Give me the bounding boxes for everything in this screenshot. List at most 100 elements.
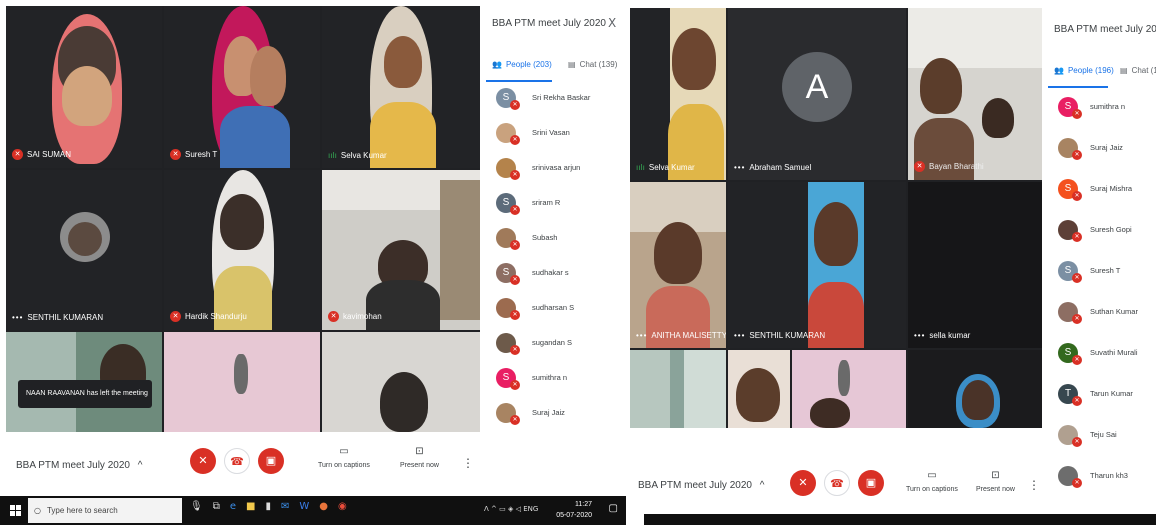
participant-list-item[interactable]: ✕ Suresh Gopi <box>1042 209 1156 250</box>
taskbar-search-input[interactable]: ○ Type here to search <box>28 498 182 523</box>
battery-icon: ▭ <box>499 505 506 513</box>
mic-off-icon: ✕ <box>170 149 181 160</box>
participant-list-item[interactable]: ✕ Suraj Jaiz <box>1042 127 1156 168</box>
more-icon: ••• <box>12 313 24 322</box>
task-view-icon[interactable]: ⧉ <box>213 501 220 512</box>
participant-list-item[interactable]: S ✕ Suvathi Murali <box>1042 332 1156 373</box>
leave-call-button[interactable]: ☎ <box>824 470 850 496</box>
participant-tile[interactable]: ✕ Suresh T <box>164 6 320 168</box>
participant-list-item[interactable]: ✕ srinivasa arjun <box>480 150 626 185</box>
edge-icon[interactable]: e <box>230 501 236 512</box>
tab-people[interactable]: 👥 People (196) <box>1054 66 1114 75</box>
microphone-icon[interactable]: 🎙 <box>190 501 203 512</box>
more-options-icon[interactable]: ⋮ <box>1028 478 1040 492</box>
participant-list-item[interactable]: S ✕ Sri Rekha Baskar <box>480 80 626 115</box>
meeting-details-button[interactable]: BBA PTM meet July 2020 ^ <box>638 480 764 491</box>
participant-list-item[interactable]: ✕ Suraj Jaiz <box>480 395 626 430</box>
right-meet-screenshot: ıılı Selva Kumar A ••• Abraham Samuel ✕ Bay… <box>630 0 1156 525</box>
participant-tile[interactable] <box>728 350 790 428</box>
speaking-icon: ıılı <box>636 163 645 172</box>
more-options-icon[interactable]: ⋮ <box>462 456 474 470</box>
participant-tile[interactable]: ••• SENTHIL KUMARAN <box>6 170 162 330</box>
participant-list-item[interactable]: S ✕ sriram R <box>480 185 626 220</box>
participant-list-item[interactable]: ✕ sugandan S <box>480 325 626 360</box>
file-explorer-icon[interactable]: ■ <box>246 501 255 512</box>
participant-tile[interactable] <box>908 350 1042 428</box>
participant-tile[interactable]: A ••• Abraham Samuel <box>728 8 906 180</box>
participant-tile[interactable]: ••• SENTHIL KUMARAN <box>728 182 906 348</box>
mic-toggle-button[interactable]: ✕ <box>190 448 216 474</box>
participant-list-item[interactable]: S ✕ Suraj Mishra <box>1042 168 1156 209</box>
call-controls-bar: BBA PTM meet July 2020 ^ ✕ ☎ ▣ ▭ Turn on… <box>630 428 1042 514</box>
camera-toggle-button[interactable]: ▣ <box>258 448 284 474</box>
present-button[interactable]: ⊡ Present now <box>976 470 1015 493</box>
participant-tile[interactable] <box>164 332 320 432</box>
leave-call-button[interactable]: ☎ <box>224 448 250 474</box>
taskbar-clock[interactable]: 11:27 05-07-2020 <box>556 499 592 521</box>
mic-toggle-button[interactable]: ✕ <box>790 470 816 496</box>
participant-name: ANITHA MALISETTY <box>651 331 726 340</box>
chevron-up-icon: ^ <box>137 460 143 471</box>
participant-name: Suvathi Murali <box>1090 347 1138 357</box>
participant-name: Teju Sai <box>1090 429 1117 439</box>
participant-list-item[interactable]: ✕ Subash <box>480 220 626 255</box>
participant-tile[interactable]: ✕ kavimohan <box>322 170 480 330</box>
participant-list-item[interactable]: S ✕ Suresh T <box>1042 250 1156 291</box>
captions-icon: ▭ <box>339 446 349 457</box>
participant-tile[interactable] <box>792 350 906 428</box>
captions-button[interactable]: ▭ Turn on captions <box>318 446 370 469</box>
mic-off-icon: ✕ <box>510 134 520 145</box>
participant-list-item[interactable]: ✕ sudharsan S <box>480 290 626 325</box>
chrome-icon[interactable]: ◉ <box>338 501 347 512</box>
participant-tile[interactable] <box>630 350 726 428</box>
system-tray-icons[interactable]: ᐱ ^ ▭ ◈ ◁ ENG <box>484 505 538 513</box>
search-icon: ○ <box>34 506 41 515</box>
participant-list-item[interactable]: ✕ Teju Sai <box>1042 414 1156 455</box>
camera-toggle-button[interactable]: ▣ <box>858 470 884 496</box>
tab-people[interactable]: 👥 People (203) <box>492 60 552 69</box>
call-controls-bar: BBA PTM meet July 2020 ^ ✕ ☎ ▣ ▭ Turn on… <box>0 432 480 496</box>
participant-list-item[interactable]: ✕ Srini Vasan <box>480 115 626 150</box>
participant-list-item[interactable]: ✕ Tharun kh3 <box>1042 455 1156 496</box>
meeting-details-button[interactable]: BBA PTM meet July 2020 ^ <box>16 460 142 471</box>
word-icon[interactable]: W <box>299 501 309 512</box>
mic-off-icon: ✕ <box>510 169 520 180</box>
participant-name: Srini Vasan <box>532 127 570 137</box>
participant-tile[interactable] <box>322 332 480 432</box>
chevron-up-icon: ^ <box>759 480 765 491</box>
people-icon: 👥 <box>492 60 502 69</box>
captions-button[interactable]: ▭ Turn on captions <box>906 470 958 493</box>
participant-list-item[interactable]: ✕ Suthan Kumar <box>1042 291 1156 332</box>
taskbar-apps: 🎙 ⧉ e ■ ▮ ✉ W ● ◉ <box>190 501 347 512</box>
participant-list-item[interactable]: S ✕ sudhakar s <box>480 255 626 290</box>
participant-tile[interactable]: ✕ Bayan Bharathi <box>908 8 1042 180</box>
participant-name: Abraham Samuel <box>749 163 812 172</box>
mic-off-icon: ✕ <box>510 309 520 320</box>
participant-list-item[interactable]: T ✕ Tarun Kumar <box>1042 373 1156 414</box>
present-button[interactable]: ⊡ Present now <box>400 446 439 469</box>
mic-off-icon: ✕ <box>510 99 520 110</box>
tab-chat[interactable]: ▤ Chat (11 <box>1120 66 1156 75</box>
participant-tile[interactable]: ıılı Selva Kumar <box>322 6 480 168</box>
mail-icon[interactable]: ✉ <box>281 501 289 512</box>
mic-off-icon: ✕ <box>12 149 23 160</box>
firefox-icon[interactable]: ● <box>319 501 328 512</box>
participant-tile[interactable]: ••• sella kumar <box>908 182 1042 348</box>
participant-list-item[interactable]: S ✕ sumithra n <box>1042 86 1156 127</box>
participant-tile[interactable]: ✕ Hardik Shandurju <box>164 170 320 330</box>
close-icon[interactable]: X <box>608 16 616 30</box>
participant-tile[interactable]: ✕ SAI SUMAN <box>6 6 162 168</box>
participant-list-item[interactable]: S ✕ sumithra n <box>480 360 626 395</box>
participant-name: Suthan Kumar <box>1090 306 1138 316</box>
store-icon[interactable]: ▮ <box>265 501 271 512</box>
people-list: S ✕ sumithra n ✕ Suraj Jaiz S ✕ Suraj Mishra ✕ Su… <box>1042 86 1156 496</box>
participant-tile[interactable]: ••• ANITHA MALISETTY <box>630 182 726 348</box>
more-icon: ••• <box>734 163 746 172</box>
taskbar-strip <box>644 514 1156 525</box>
notification-icon[interactable]: ▢ <box>609 503 618 514</box>
tray-chevron-icon: ^ <box>491 505 497 513</box>
participant-name: sumithra n <box>1090 101 1126 111</box>
tab-chat[interactable]: ▤ Chat (139) <box>568 60 617 69</box>
windows-start-icon[interactable] <box>10 505 21 516</box>
participant-tile[interactable]: ıılı Selva Kumar <box>630 8 726 180</box>
